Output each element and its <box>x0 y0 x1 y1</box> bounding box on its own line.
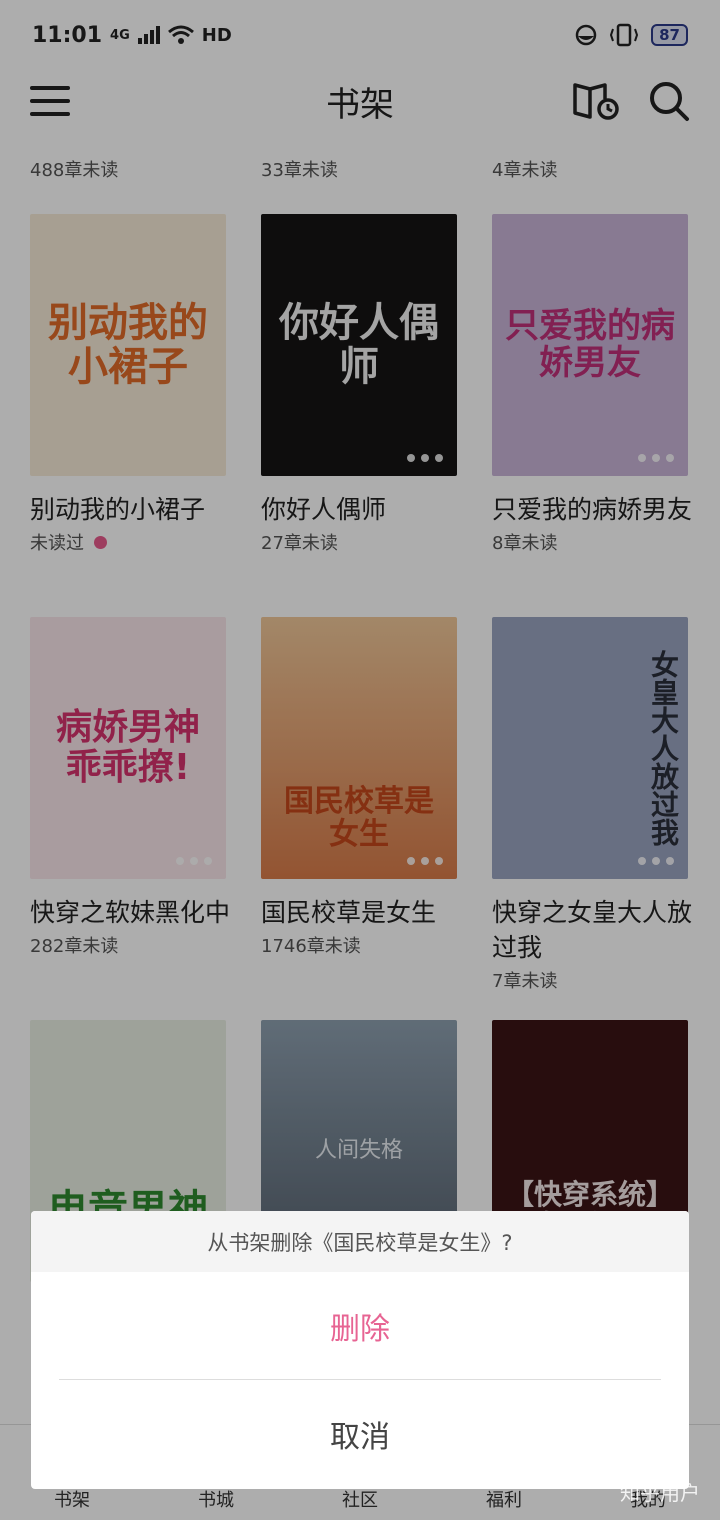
dialog-message: 从书架删除《国民校草是女生》? <box>31 1211 689 1272</box>
watermark: 知乎用户 <box>620 1481 700 1505</box>
cancel-button[interactable]: 取消 <box>31 1380 689 1487</box>
delete-confirm-dialog: 从书架删除《国民校草是女生》? 删除 取消 <box>31 1211 689 1489</box>
delete-button[interactable]: 删除 <box>31 1272 689 1379</box>
